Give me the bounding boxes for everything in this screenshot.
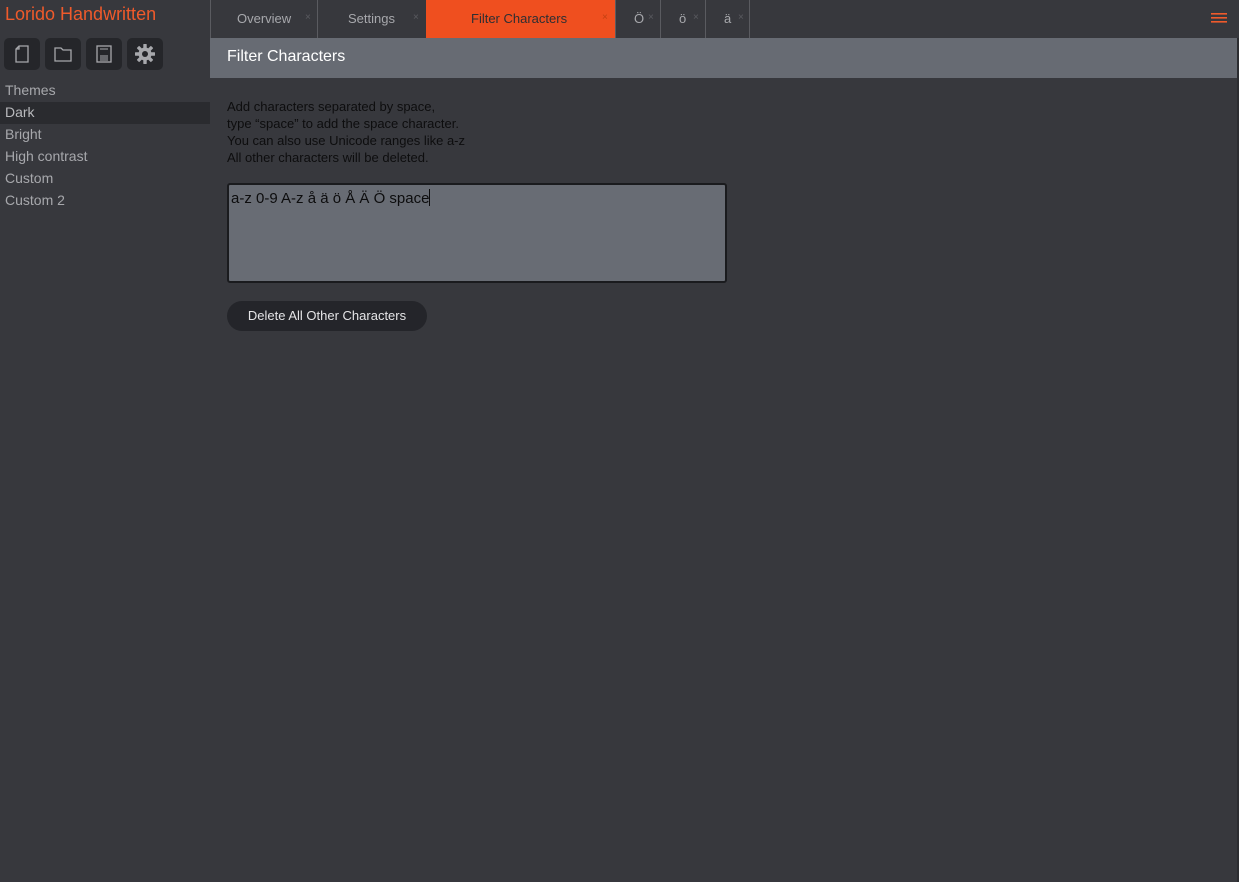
panel-title: Filter Characters [227,48,346,65]
theme-item-dark[interactable]: Dark [0,102,210,124]
tab-label: Settings [348,11,395,26]
tab-label: Filter Characters [471,11,568,26]
open-folder-button[interactable] [45,38,81,70]
tab-close-icon[interactable]: × [305,12,311,23]
characters-value: a-z 0-9 A-z å ä ö Å Ä Ö space [231,190,430,207]
tab-char-a-umlaut[interactable]: ä × [705,0,750,38]
instruction-line: Add characters separated by space, [227,99,436,114]
instruction-line: All other characters will be deleted. [227,150,429,165]
tab-char-O-umlaut[interactable]: Ö × [615,0,660,38]
tab-close-icon[interactable]: × [648,12,654,23]
sidebar: Lorido Handwritten Themes Dark Bright Hi… [0,0,210,882]
characters-textarea[interactable]: a-z 0-9 A-z å ä ö Å Ä Ö space [227,183,727,283]
tab-close-icon[interactable]: × [602,12,608,23]
instruction-line: type “space” to add the space character. [227,116,459,131]
save-button[interactable] [86,38,122,70]
toolbar [4,38,163,70]
theme-item-custom-2[interactable]: Custom 2 [0,190,210,212]
instructions: Add characters separated by space, type … [227,98,465,166]
tab-label: Overview [237,11,292,26]
tab-label: ö [679,11,687,26]
tab-settings[interactable]: Settings × [317,0,426,38]
tab-char-o-umlaut[interactable]: ö × [660,0,705,38]
panel-header: Filter Characters [210,38,1239,78]
instruction-line: You can also use Unicode ranges like a-z [227,133,465,148]
tab-close-icon[interactable]: × [413,12,419,23]
theme-item-custom[interactable]: Custom [0,168,210,190]
new-file-button[interactable] [4,38,40,70]
app-title: Lorido Handwritten [5,4,157,24]
settings-button[interactable] [127,38,163,70]
theme-item-bright[interactable]: Bright [0,124,210,146]
theme-list: Themes Dark Bright High contrast Custom … [0,80,210,212]
themes-heading: Themes [5,82,56,98]
tab-label: ä [724,11,732,26]
tab-close-icon[interactable]: × [738,12,744,23]
tab-label: Ö [634,11,645,26]
hamburger-menu-icon[interactable] [1211,11,1227,25]
tab-bar: Overview × Settings × Filter Characters … [210,0,1239,38]
tab-close-icon[interactable]: × [693,12,699,23]
theme-item-high-contrast[interactable]: High contrast [0,146,210,168]
tab-overview[interactable]: Overview × [210,0,317,38]
new-file-icon [15,45,29,63]
delete-other-characters-button[interactable]: Delete All Other Characters [227,301,427,331]
folder-icon [54,47,72,62]
save-icon [96,45,112,63]
gear-icon [135,44,155,64]
tab-filter-characters[interactable]: Filter Characters × [426,0,615,38]
text-caret [429,189,431,206]
app-window: Lorido Handwritten Themes Dark Bright Hi… [0,0,1239,882]
